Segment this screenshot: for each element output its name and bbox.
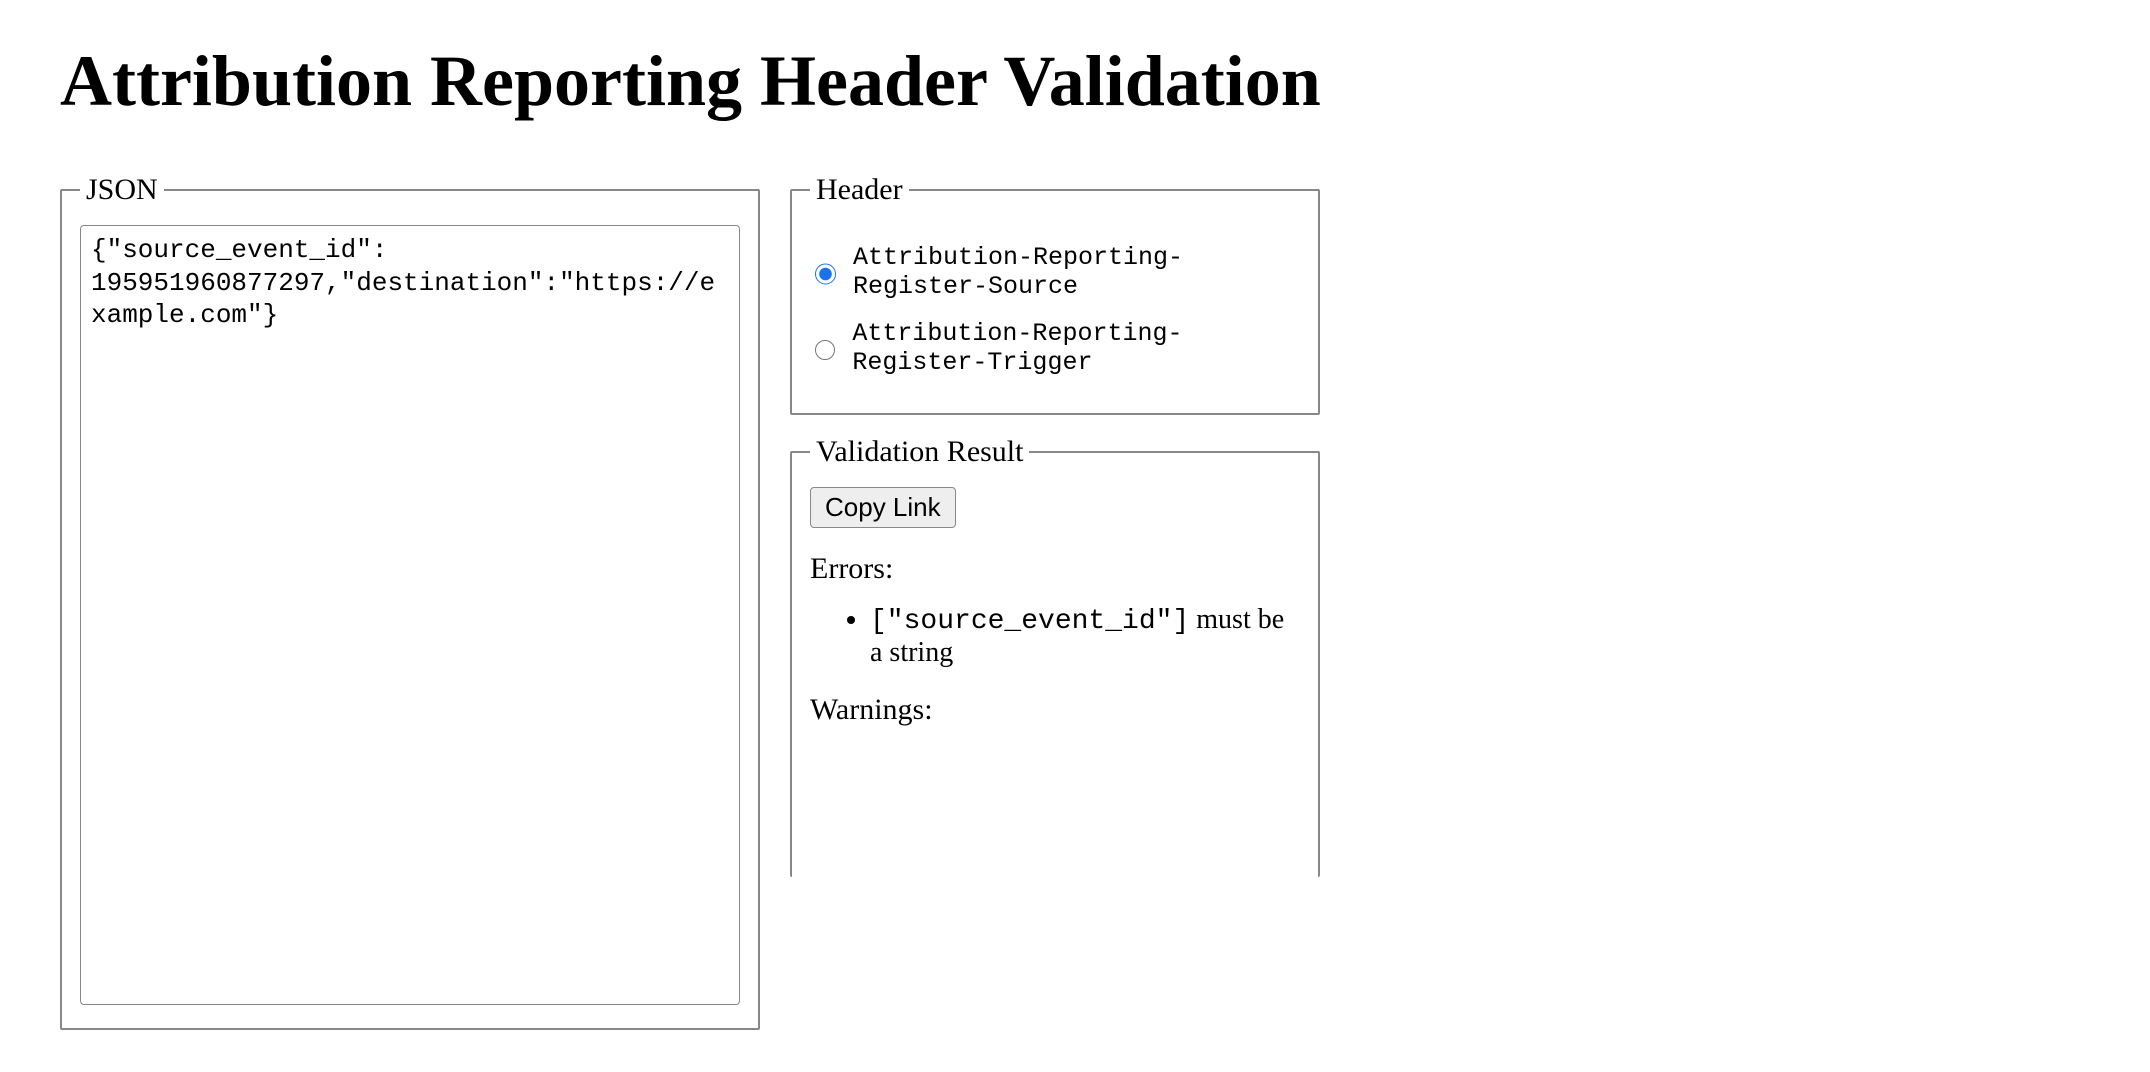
json-input[interactable]: [80, 225, 740, 1005]
result-fieldset: Validation Result Copy Link Errors: ["so…: [790, 435, 1320, 877]
header-option-trigger[interactable]: Attribution-Reporting-Register-Trigger: [810, 319, 1300, 377]
header-fieldset: Header Attribution-Reporting-Register-So…: [790, 173, 1320, 415]
header-radio-source[interactable]: [815, 261, 836, 287]
warnings-heading: Warnings:: [810, 693, 1300, 727]
error-item: ["source_event_id"] must be a string: [870, 604, 1300, 669]
header-option-source-label: Attribution-Reporting-Register-Source: [853, 243, 1300, 301]
header-legend: Header: [810, 173, 909, 207]
header-option-trigger-label: Attribution-Reporting-Register-Trigger: [852, 319, 1300, 377]
json-fieldset: JSON: [60, 173, 760, 1030]
result-legend: Validation Result: [810, 435, 1029, 469]
header-option-source[interactable]: Attribution-Reporting-Register-Source: [810, 243, 1300, 301]
copy-link-button[interactable]: Copy Link: [810, 487, 956, 528]
json-legend: JSON: [80, 173, 164, 207]
errors-list: ["source_event_id"] must be a string: [810, 604, 1300, 669]
error-path: ["source_event_id"]: [870, 606, 1189, 637]
header-radio-trigger[interactable]: [815, 337, 835, 363]
errors-heading: Errors:: [810, 552, 1300, 586]
page-title: Attribution Reporting Header Validation: [60, 40, 2090, 123]
